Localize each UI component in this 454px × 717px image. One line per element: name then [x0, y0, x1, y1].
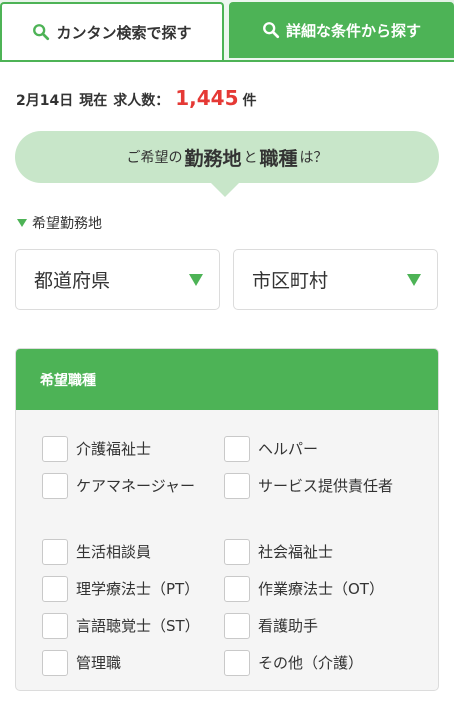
bubble-prefix: ご希望の [126, 150, 183, 166]
city-select[interactable]: 市区町村 [233, 249, 438, 310]
checkbox[interactable] [224, 473, 250, 499]
job-option-label: その他（介護） [258, 654, 364, 672]
job-option-checkbox[interactable]: 作業療法士（OT） [224, 576, 404, 602]
city-select-value: 市区町村 [252, 270, 329, 292]
tab-simple-label: カンタン検索で探す [56, 23, 192, 42]
checkbox[interactable] [224, 650, 250, 676]
checkbox[interactable] [224, 576, 250, 602]
prefecture-select-value: 都道府県 [34, 270, 111, 292]
job-type-header-label: 希望職種 [40, 372, 96, 389]
job-option-label: 理学療法士（PT） [76, 580, 200, 598]
checkbox[interactable] [42, 576, 68, 602]
tabs-underline [0, 60, 454, 62]
checkbox[interactable] [224, 539, 250, 565]
job-option-label: サービス提供責任者 [258, 477, 394, 495]
job-option-checkbox[interactable]: サービス提供責任者 [224, 473, 394, 499]
job-option-label: 管理職 [76, 654, 122, 672]
checkbox[interactable] [42, 650, 68, 676]
job-option-checkbox[interactable]: ケアマネージャー [42, 473, 222, 499]
checkbox[interactable] [42, 613, 68, 639]
job-option-label: ケアマネージャー [76, 477, 195, 495]
checkbox[interactable] [42, 539, 68, 565]
job-count: 1,445 [175, 86, 239, 110]
jobs-label: 求人数： [113, 93, 170, 109]
job-option-checkbox[interactable]: ヘルパー [224, 436, 404, 462]
job-option-label: 看護助手 [258, 617, 319, 635]
job-option-label: 社会福祉士 [258, 543, 334, 561]
job-option-checkbox[interactable]: 理学療法士（PT） [42, 576, 222, 602]
bubble-tail [211, 183, 239, 197]
search-icon [33, 24, 50, 41]
job-option-checkbox[interactable]: 介護福祉士 [42, 436, 222, 462]
job-option-checkbox[interactable]: その他（介護） [224, 650, 404, 676]
bubble-mid: と [243, 150, 258, 166]
search-tabs: カンタン検索で探す 詳細な条件から探す [0, 0, 454, 62]
caret-down-icon [189, 274, 203, 286]
prompt-bubble: ご希望の 勤務地 と 職種 は？ [15, 131, 439, 183]
job-type-header: 希望職種 [16, 349, 438, 410]
tab-simple-search[interactable]: カンタン検索で探す [0, 2, 224, 60]
triangle-down-icon [17, 219, 27, 227]
bubble-emph-location: 勤務地 [184, 147, 242, 170]
checkbox[interactable] [42, 473, 68, 499]
prefecture-select[interactable]: 都道府県 [15, 249, 220, 310]
job-option-label: 介護福祉士 [76, 440, 152, 458]
job-option-label: 作業療法士（OT） [258, 580, 384, 598]
checkbox[interactable] [42, 436, 68, 462]
checkbox[interactable] [224, 436, 250, 462]
job-option-label: ヘルパー [258, 440, 319, 458]
job-option-checkbox[interactable]: 社会福祉士 [224, 539, 404, 565]
tab-detail-label: 詳細な条件から探す [285, 21, 421, 40]
search-icon [263, 22, 280, 39]
count-unit: 件 [242, 93, 257, 109]
bubble-suffix: は？ [299, 150, 328, 166]
job-option-label: 生活相談員 [76, 543, 152, 561]
bubble-emph-occupation: 職種 [259, 147, 298, 170]
job-option-label: 言語聴覚士（ST） [76, 617, 200, 635]
checkbox[interactable] [224, 613, 250, 639]
tab-detail-search[interactable]: 詳細な条件から探す [229, 2, 454, 58]
job-option-checkbox[interactable]: 管理職 [42, 650, 222, 676]
job-option-checkbox[interactable]: 看護助手 [224, 613, 404, 639]
area-label-text: 希望勤務地 [32, 216, 102, 232]
job-option-checkbox[interactable]: 生活相談員 [42, 539, 222, 565]
date-text: 2月14日 [16, 93, 74, 109]
now-label: 現在 [79, 93, 108, 109]
caret-down-icon [407, 274, 421, 286]
job-count-line: 2月14日 現在 求人数： 1,445 件 [16, 86, 257, 110]
area-section-label: 希望勤務地 [17, 213, 102, 233]
job-type-panel: 希望職種 介護福祉士 ヘルパー ケアマネージャー サービス提供責任者 生活相談員… [15, 348, 439, 691]
job-option-checkbox[interactable]: 言語聴覚士（ST） [42, 613, 222, 639]
